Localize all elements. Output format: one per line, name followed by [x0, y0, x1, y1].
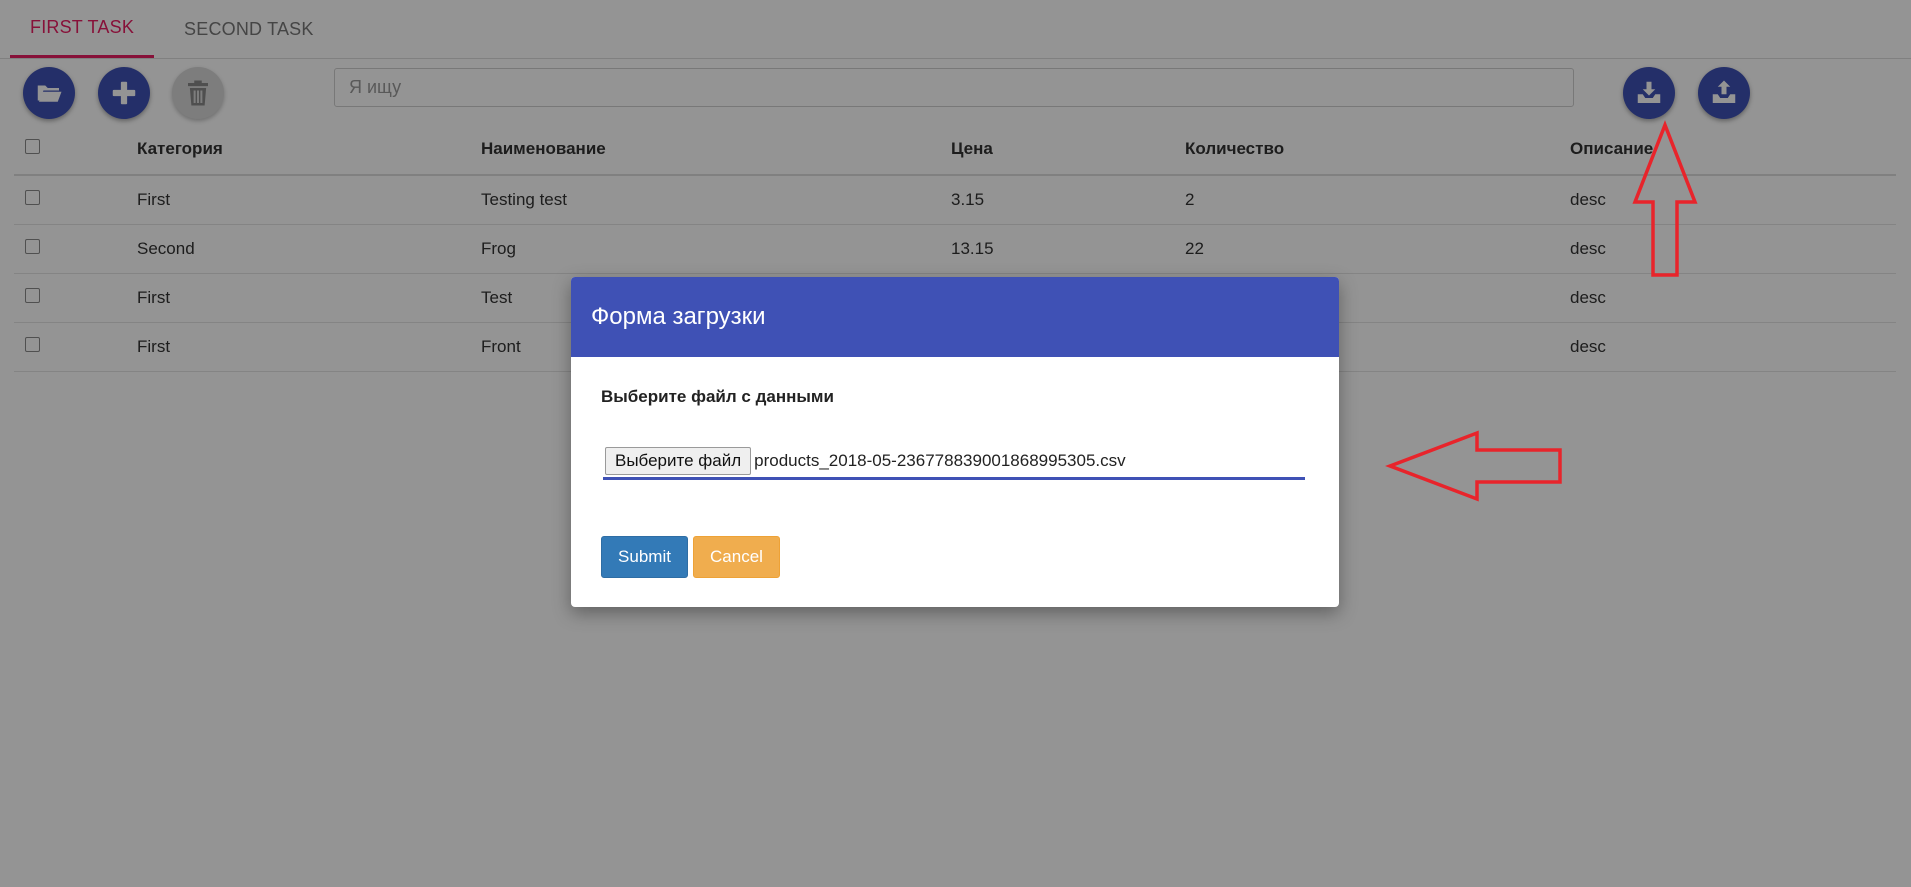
- annotation-arrow-left: [1385, 430, 1562, 502]
- file-field-label: Выберите файл с данными: [601, 387, 834, 406]
- app: FIRST TASK SECOND TASK Я ищу Категория Н…: [0, 0, 1911, 887]
- annotation-arrow-up: [1632, 120, 1698, 277]
- upload-dialog: Форма загрузки Выберите файл с данными В…: [571, 277, 1339, 607]
- selected-file-name: products_2018-05-236778839001868995305.c…: [754, 451, 1126, 470]
- choose-file-button[interactable]: Выберите файл: [605, 447, 752, 475]
- dialog-title: Форма загрузки: [571, 277, 1339, 357]
- cancel-button[interactable]: Cancel: [693, 536, 780, 578]
- file-input[interactable]: Выберите файл products_2018-05-236778839…: [603, 445, 1305, 480]
- submit-button[interactable]: Submit: [601, 536, 688, 578]
